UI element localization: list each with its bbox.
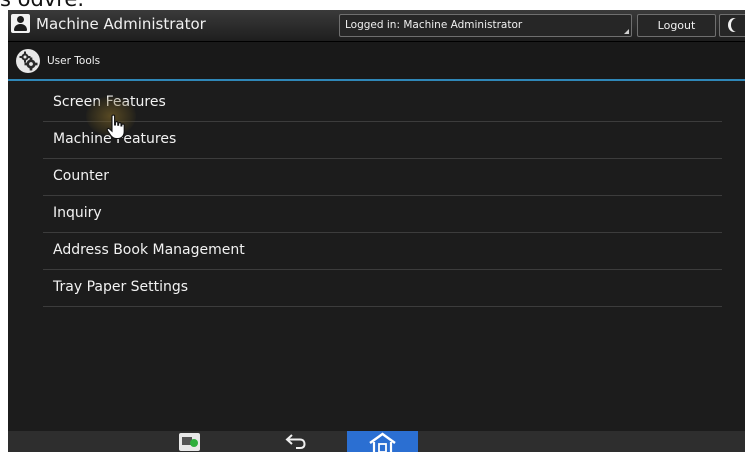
status-bar: Machine Administrator Logged in: Machine… <box>8 10 745 42</box>
home-icon <box>369 432 396 452</box>
gear-tools-icon <box>16 49 40 73</box>
menu-item-inquiry[interactable]: Inquiry <box>43 196 722 233</box>
home-button[interactable] <box>347 431 418 452</box>
caption-fragment: s odvre. <box>0 0 84 10</box>
energy-saver-button[interactable] <box>719 14 745 37</box>
menu-item-label: Address Book Management <box>53 242 245 258</box>
app-status-icon[interactable] <box>179 433 200 451</box>
moon-icon <box>731 18 743 32</box>
back-button[interactable] <box>276 431 316 452</box>
menu-item-label: Inquiry <box>53 205 102 221</box>
logout-button[interactable]: Logout <box>637 14 716 37</box>
page-title: User Tools <box>47 55 101 67</box>
menu-item-counter[interactable]: Counter <box>43 159 722 196</box>
back-arrow-icon <box>285 434 306 449</box>
menu-item-screen-features[interactable]: Screen Features <box>43 85 722 122</box>
screenshot-stage: s odvre. Machine Administrator Logged in… <box>0 0 745 452</box>
bottom-navigation-bar <box>8 431 745 452</box>
user-icon <box>11 14 30 33</box>
expand-corner-icon <box>624 29 629 34</box>
menu-item-label: Tray Paper Settings <box>53 279 189 295</box>
menu-item-label: Screen Features <box>53 94 166 110</box>
menu-item-label: Counter <box>53 168 109 184</box>
user-tools-menu: Screen Features Machine Features Counter… <box>43 85 722 307</box>
menu-item-label: Machine Features <box>53 131 177 147</box>
menu-item-tray-paper-settings[interactable]: Tray Paper Settings <box>43 270 722 307</box>
login-status-box[interactable]: Logged in: Machine Administrator <box>339 14 632 37</box>
title-bar: User Tools <box>8 42 745 81</box>
login-status-text: Logged in: Machine Administrator <box>345 19 523 31</box>
menu-item-address-book-management[interactable]: Address Book Management <box>43 233 722 270</box>
menu-item-machine-features[interactable]: Machine Features <box>43 122 722 159</box>
operation-panel: Machine Administrator Logged in: Machine… <box>8 10 745 452</box>
current-user-name: Machine Administrator <box>36 15 206 33</box>
